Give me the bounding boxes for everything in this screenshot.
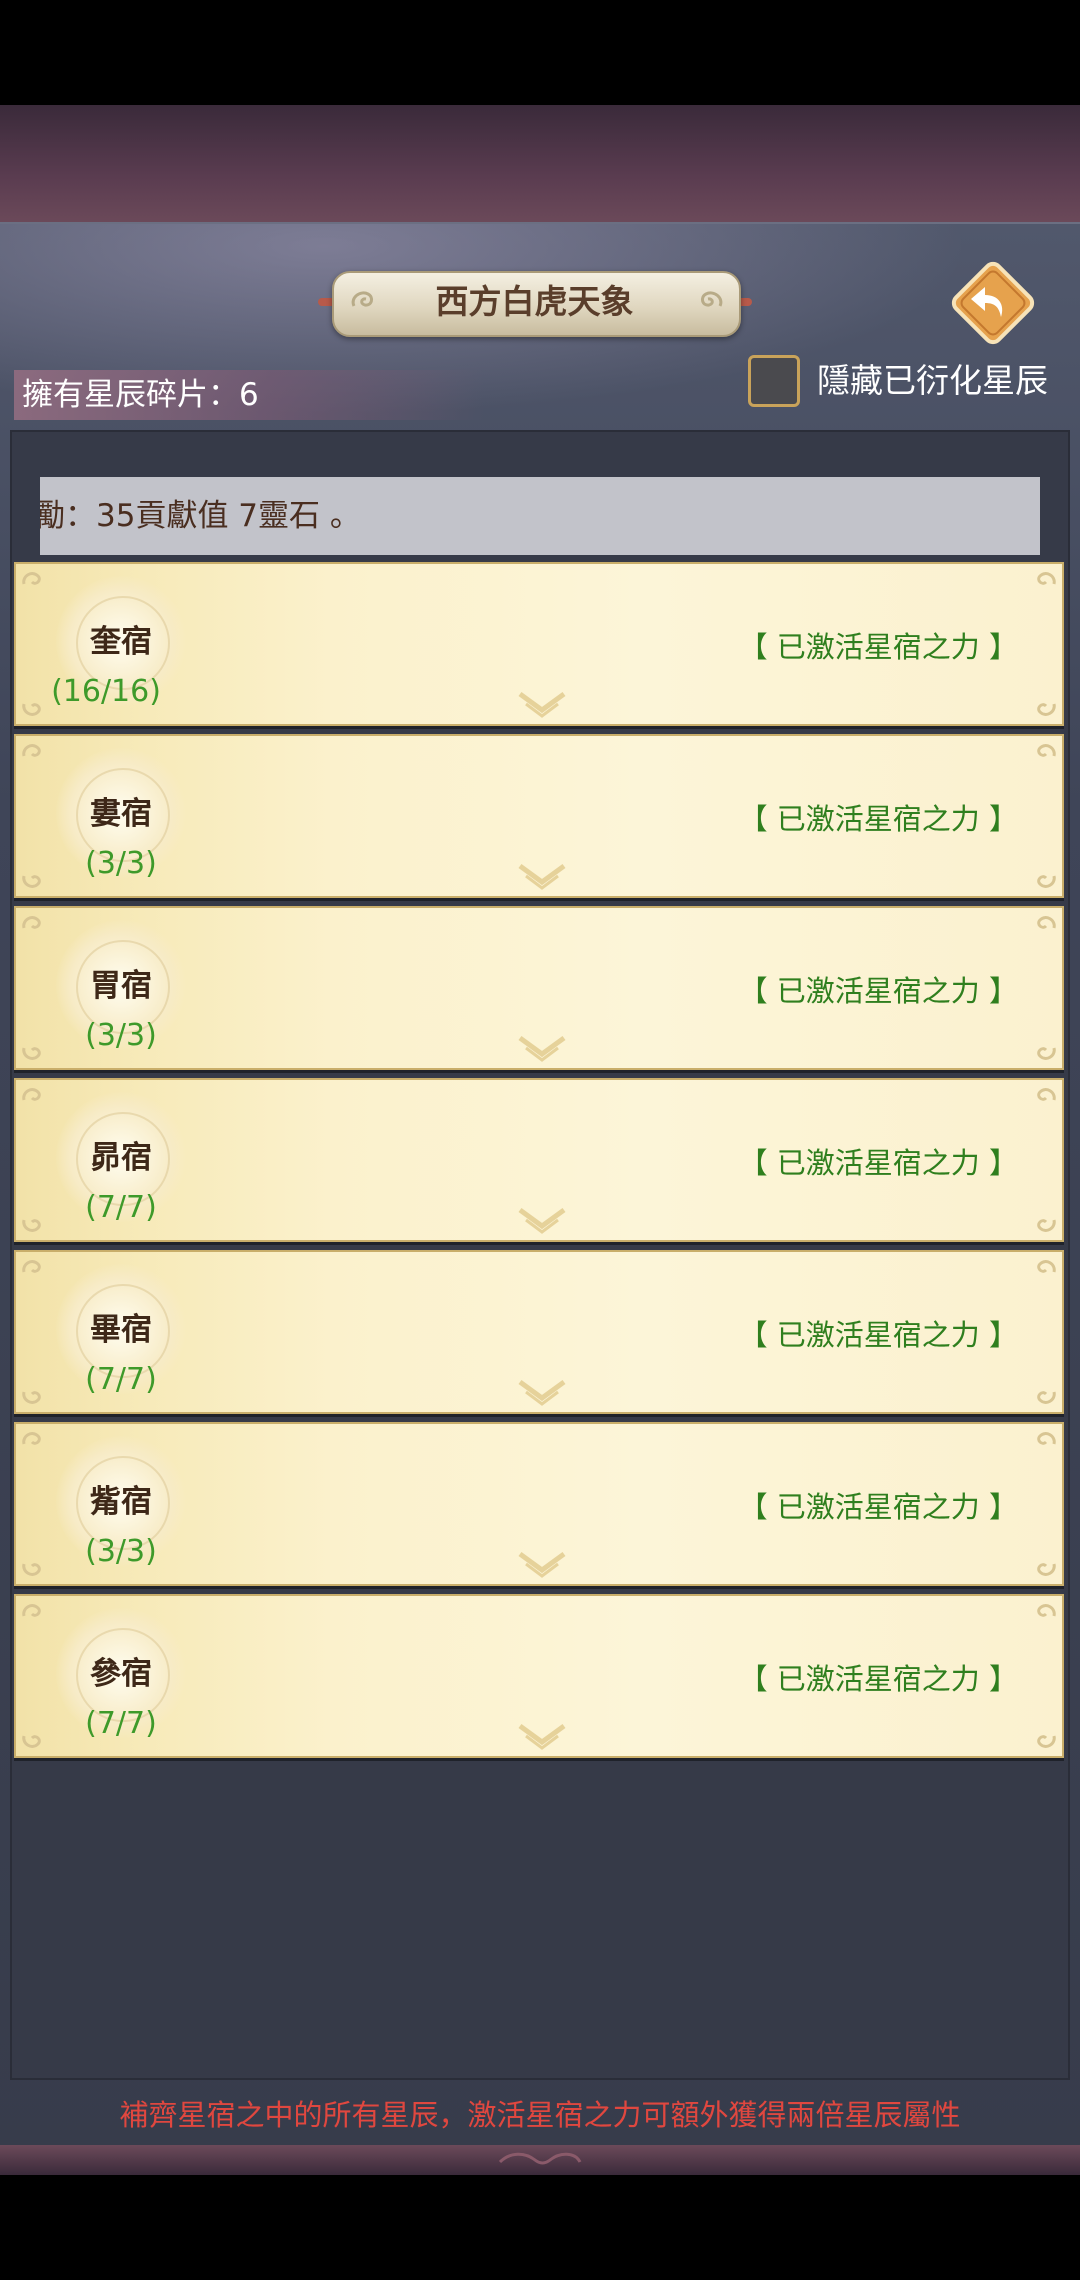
constellation-card[interactable]: 觜宿 (3/3) 【 已激活星宿之力 】: [14, 1422, 1064, 1586]
constellation-card[interactable]: 畢宿 (7/7) 【 已激活星宿之力 】: [14, 1250, 1064, 1414]
cloud-ornament-icon: [22, 744, 41, 757]
constellation-status: 【 已激活星宿之力 】: [738, 802, 1018, 836]
constellation-count: (7/7): [85, 1190, 157, 1225]
constellation-name: 昴宿: [90, 1140, 152, 1176]
reward-notice: 勵：35貢獻值 7靈石 。: [40, 477, 1040, 555]
constellation-status: 【 已激活星宿之力 】: [738, 1318, 1018, 1352]
cloud-ornament-icon: [1037, 1047, 1056, 1060]
constellation-count: (3/3): [85, 1534, 157, 1569]
chevron-down-icon[interactable]: [516, 1548, 568, 1580]
cloud-ornament-icon: [1037, 572, 1056, 585]
cloud-ornament-icon: [1037, 1563, 1056, 1576]
chevron-down-icon[interactable]: [516, 688, 568, 720]
cloud-ornament-icon: [1037, 1260, 1056, 1273]
constellation-card[interactable]: 婁宿 (3/3) 【 已激活星宿之力 】: [14, 734, 1064, 898]
constellation-name: 觜宿: [90, 1484, 152, 1520]
back-button[interactable]: [945, 255, 1041, 351]
constellation-card[interactable]: 昴宿 (7/7) 【 已激活星宿之力 】: [14, 1078, 1064, 1242]
cloud-ornament-icon: [1037, 875, 1056, 888]
header-background: [0, 105, 1080, 225]
cloud-ornament-icon: [22, 1432, 41, 1445]
constellation-status: 【 已激活星宿之力 】: [738, 1490, 1018, 1524]
chevron-down-icon[interactable]: [516, 1204, 568, 1236]
constellation-name: 參宿: [90, 1656, 152, 1692]
chevron-down-icon[interactable]: [516, 1376, 568, 1408]
constellation-card[interactable]: 胃宿 (3/3) 【 已激活星宿之力 】: [14, 906, 1064, 1070]
cloud-ornament-icon: [22, 916, 41, 929]
cloud-ornament-icon: [1037, 1219, 1056, 1232]
navigation-bar-area: [0, 2175, 1080, 2280]
cloud-ornament-icon: [1037, 1391, 1056, 1404]
constellation-name: 胃宿: [90, 968, 152, 1004]
constellation-count: (3/3): [85, 846, 157, 881]
constellation-status: 【 已激活星宿之力 】: [738, 1146, 1018, 1180]
chevron-down-icon[interactable]: [516, 860, 568, 892]
bonus-hint: 補齊星宿之中的所有星辰，激活星宿之力可額外獲得兩倍星辰屬性: [119, 2098, 961, 2132]
constellation-count: (3/3): [85, 1018, 157, 1053]
cloud-ornament-icon: [1037, 744, 1056, 757]
cloud-ornament-icon: [1037, 1604, 1056, 1617]
constellation-count: (7/7): [85, 1362, 157, 1397]
page-title: 西方白虎天象: [435, 282, 634, 321]
cloud-ornament-icon: [22, 572, 41, 585]
constellation-name: 婁宿: [90, 796, 152, 832]
constellation-card[interactable]: 奎宿 (16/16) 【 已激活星宿之力 】: [14, 562, 1064, 726]
hide-evolved-checkbox[interactable]: [748, 355, 800, 407]
chevron-down-icon[interactable]: [516, 1032, 568, 1064]
cloud-ornament-icon: [1037, 1432, 1056, 1445]
constellation-count: (7/7): [85, 1706, 157, 1741]
reward-notice-text: 勵：35貢獻值 7靈石 。: [40, 498, 361, 534]
constellation-status: 【 已激活星宿之力 】: [738, 1662, 1018, 1696]
chevron-down-icon[interactable]: [516, 1720, 568, 1752]
constellation-name: 畢宿: [90, 1312, 152, 1348]
cloud-ornament-icon: [1037, 1735, 1056, 1748]
constellation-count: (16/16): [51, 674, 161, 709]
cloud-ornament-icon: [22, 1604, 41, 1617]
status-bar-area: [0, 0, 1080, 105]
hide-evolved-label[interactable]: 隱藏已衍化星辰: [817, 355, 1048, 407]
constellation-status: 【 已激活星宿之力 】: [738, 630, 1018, 664]
cloud-ornament-icon: [1037, 703, 1056, 716]
back-arrow-icon: [951, 261, 1035, 345]
constellation-status: 【 已激活星宿之力 】: [738, 974, 1018, 1008]
shards-count: 擁有星辰碎片：6: [22, 377, 259, 413]
constellation-card[interactable]: 參宿 (7/7) 【 已激活星宿之力 】: [14, 1594, 1064, 1758]
cloud-ornament-icon: [1037, 1088, 1056, 1101]
cloud-ornament-icon: [22, 1260, 41, 1273]
constellation-name: 奎宿: [90, 624, 152, 660]
cloud-ornament-icon: [1037, 916, 1056, 929]
cloud-ornament-icon: [498, 2152, 582, 2165]
cloud-ornament-icon: [22, 1088, 41, 1101]
